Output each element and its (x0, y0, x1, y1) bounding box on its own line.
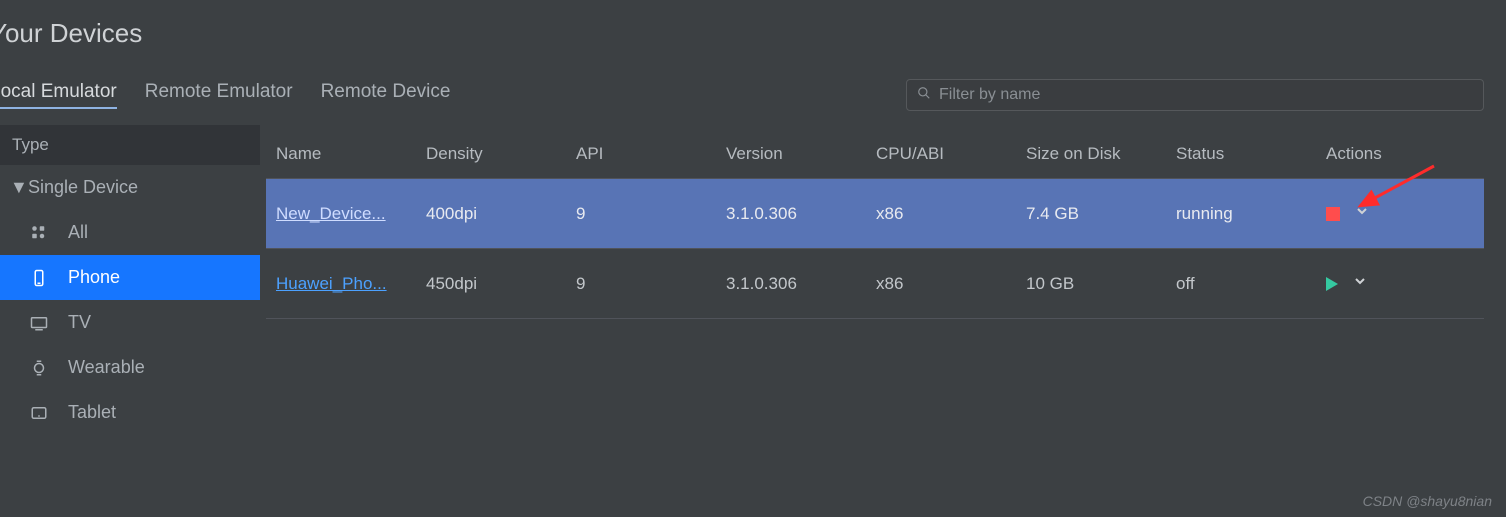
search-icon (917, 86, 931, 105)
table-row[interactable]: New_Device... 400dpi 9 3.1.0.306 x86 7.4… (266, 179, 1484, 249)
phone-icon (28, 269, 50, 287)
sidebar-item-label: Tablet (68, 402, 116, 423)
grid-icon (28, 224, 50, 242)
sidebar-item-label: Phone (68, 267, 120, 288)
cell-size: 10 GB (1026, 274, 1176, 294)
content: Name Density API Version CPU/ABI Size on… (260, 125, 1506, 435)
cell-cpu: x86 (876, 274, 1026, 294)
watch-icon (28, 359, 50, 377)
cell-actions (1326, 203, 1474, 224)
tree-group-label: Single Device (28, 177, 138, 198)
tabs: Local Emulator Remote Emulator Remote De… (0, 81, 450, 109)
chevron-down-icon[interactable] (1354, 203, 1370, 224)
devices-table: Name Density API Version CPU/ABI Size on… (266, 129, 1484, 319)
col-actions: Actions (1326, 144, 1474, 164)
cell-actions (1326, 273, 1474, 294)
sidebar: Type ▼ Single Device All Phone TV (0, 125, 260, 435)
sidebar-item-label: Wearable (68, 357, 145, 378)
device-name-link[interactable]: Huawei_Pho... (276, 274, 387, 293)
caret-down-icon: ▼ (10, 177, 22, 198)
sidebar-item-all[interactable]: All (0, 210, 260, 255)
sidebar-item-label: All (68, 222, 88, 243)
page-title: Your Devices (0, 0, 1506, 49)
sidebar-item-tv[interactable]: TV (0, 300, 260, 345)
cell-cpu: x86 (876, 204, 1026, 224)
cell-status: running (1176, 204, 1326, 224)
col-name: Name (276, 144, 426, 164)
device-name-link[interactable]: New_Device... (276, 204, 386, 223)
sidebar-header: Type (0, 125, 260, 165)
col-version: Version (726, 144, 876, 164)
col-cpu: CPU/ABI (876, 144, 1026, 164)
tv-icon (28, 314, 50, 332)
col-density: Density (426, 144, 576, 164)
cell-api: 9 (576, 274, 726, 294)
cell-status: off (1176, 274, 1326, 294)
tab-remote-device[interactable]: Remote Device (321, 81, 451, 109)
tree-group-single-device[interactable]: ▼ Single Device (0, 165, 260, 210)
sidebar-item-tablet[interactable]: Tablet (0, 390, 260, 435)
cell-density: 450dpi (426, 274, 576, 294)
search-input[interactable] (939, 86, 1473, 104)
cell-version: 3.1.0.306 (726, 274, 876, 294)
sidebar-item-wearable[interactable]: Wearable (0, 345, 260, 390)
tab-remote-emulator[interactable]: Remote Emulator (145, 81, 293, 109)
stop-icon[interactable] (1326, 207, 1340, 221)
chevron-down-icon[interactable] (1352, 273, 1368, 294)
tab-local-emulator[interactable]: Local Emulator (0, 81, 117, 109)
table-row[interactable]: Huawei_Pho... 450dpi 9 3.1.0.306 x86 10 … (266, 249, 1484, 319)
table-header: Name Density API Version CPU/ABI Size on… (266, 129, 1484, 179)
sidebar-item-label: TV (68, 312, 91, 333)
col-status: Status (1176, 144, 1326, 164)
cell-size: 7.4 GB (1026, 204, 1176, 224)
cell-api: 9 (576, 204, 726, 224)
top-bar: Local Emulator Remote Emulator Remote De… (0, 49, 1506, 125)
search-box[interactable] (906, 79, 1484, 111)
play-icon[interactable] (1326, 277, 1338, 291)
sidebar-item-phone[interactable]: Phone (0, 255, 260, 300)
tablet-icon (28, 404, 50, 422)
cell-density: 400dpi (426, 204, 576, 224)
col-size: Size on Disk (1026, 144, 1176, 164)
watermark: CSDN @shayu8nian (1363, 493, 1492, 509)
col-api: API (576, 144, 726, 164)
cell-version: 3.1.0.306 (726, 204, 876, 224)
